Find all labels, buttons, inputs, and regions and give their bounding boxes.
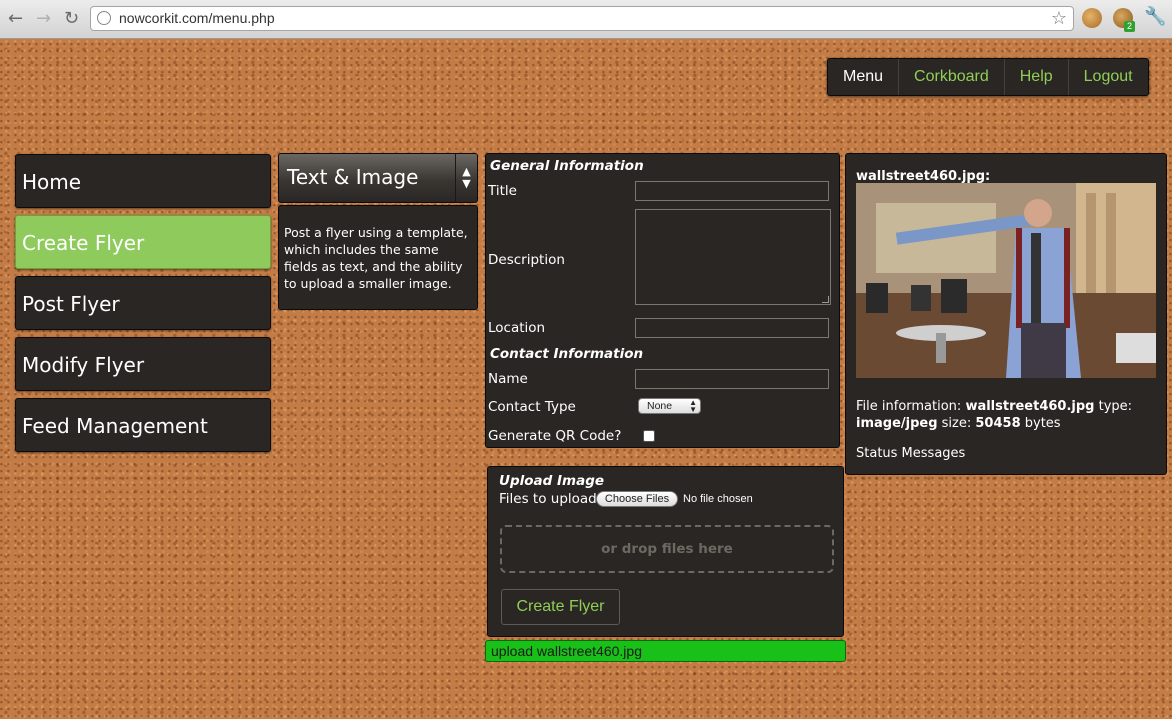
- bookmark-star-icon[interactable]: ☆: [1051, 8, 1067, 29]
- status-messages: Status Messages: [856, 446, 966, 461]
- upload-image-heading: Upload Image: [499, 473, 605, 489]
- template-select-value: Text & Image: [287, 165, 419, 189]
- file-info-name: wallstreet460.jpg: [965, 399, 1095, 414]
- upload-progress-bar: upload wallstreet460.jpg: [485, 640, 846, 662]
- contact-type-select[interactable]: None ▲ ▼: [638, 398, 701, 414]
- file-size-prefix: size:: [937, 416, 976, 431]
- drop-zone[interactable]: or drop files here: [500, 525, 834, 573]
- resize-grip-icon[interactable]: [822, 296, 829, 303]
- create-flyer-button[interactable]: Create Flyer: [501, 589, 620, 625]
- forward-icon[interactable]: →: [36, 8, 51, 29]
- file-size-value: 50458: [975, 416, 1021, 431]
- nav-menu[interactable]: Menu: [828, 59, 900, 95]
- name-label: Name: [488, 371, 528, 387]
- upload-image-panel: Upload Image Files to upload: Choose Fil…: [487, 466, 844, 637]
- description-textarea[interactable]: [635, 209, 831, 305]
- file-information: File information: wallstreet460.jpg type…: [856, 398, 1160, 432]
- choose-files-button[interactable]: Choose Files: [596, 491, 678, 507]
- title-input[interactable]: [635, 181, 829, 201]
- location-label: Location: [488, 320, 546, 336]
- select-arrows-icon: ▲ ▼: [689, 398, 697, 414]
- file-size-suffix: bytes: [1020, 416, 1061, 431]
- contact-type-value: None: [647, 400, 673, 412]
- preview-panel: wallstreet460.jpg: File information: wal…: [845, 153, 1167, 475]
- contact-info-heading: Contact Information: [490, 346, 644, 362]
- file-type-prefix: type:: [1094, 399, 1133, 414]
- nav-logout[interactable]: Logout: [1069, 59, 1148, 95]
- wrench-icon[interactable]: 🔧: [1144, 6, 1166, 27]
- file-type-value: image/jpeg: [856, 416, 938, 431]
- menu-home[interactable]: Home: [15, 154, 271, 208]
- extension-badge: 2: [1124, 21, 1135, 32]
- menu-feed-management[interactable]: Feed Management: [15, 398, 271, 452]
- select-arrows-icon: ▲ ▼: [455, 154, 477, 202]
- no-file-chosen-text: No file chosen: [683, 493, 753, 505]
- qr-code-checkbox[interactable]: [643, 430, 655, 442]
- general-info-heading: General Information: [490, 158, 644, 174]
- title-label: Title: [488, 183, 517, 199]
- reload-icon[interactable]: ↻: [64, 8, 79, 29]
- qr-code-label: Generate QR Code?: [488, 428, 622, 444]
- cookie-extension-icon[interactable]: [1082, 8, 1102, 28]
- menu-modify-flyer[interactable]: Modify Flyer: [15, 337, 271, 391]
- template-description: Post a flyer using a template, which inc…: [278, 205, 478, 310]
- file-info-prefix: File information:: [856, 399, 966, 414]
- general-info-panel: General Information Title Description Lo…: [485, 153, 840, 448]
- address-bar[interactable]: nowcorkit.com/menu.php ☆: [90, 6, 1074, 31]
- contact-type-label: Contact Type: [488, 399, 576, 415]
- preview-filename: wallstreet460.jpg:: [856, 169, 991, 184]
- globe-icon: [97, 11, 111, 25]
- menu-create-flyer[interactable]: Create Flyer: [15, 215, 271, 269]
- menu-post-flyer[interactable]: Post Flyer: [15, 276, 271, 330]
- back-icon[interactable]: ←: [8, 8, 23, 29]
- url-text: nowcorkit.com/menu.php: [119, 10, 275, 26]
- template-select[interactable]: Text & Image ▲ ▼: [278, 153, 478, 203]
- location-input[interactable]: [635, 318, 829, 338]
- name-input[interactable]: [635, 369, 829, 389]
- preview-image-art: [856, 183, 1156, 378]
- nav-corkboard[interactable]: Corkboard: [899, 59, 1005, 95]
- description-label: Description: [488, 252, 565, 268]
- preview-image: [856, 183, 1156, 378]
- files-to-upload-label: Files to upload:: [499, 491, 602, 507]
- browser-toolbar: ← → ↻ nowcorkit.com/menu.php ☆ 2 🔧: [0, 0, 1172, 39]
- top-nav: Menu Corkboard Help Logout: [827, 58, 1149, 96]
- nav-help[interactable]: Help: [1005, 59, 1069, 95]
